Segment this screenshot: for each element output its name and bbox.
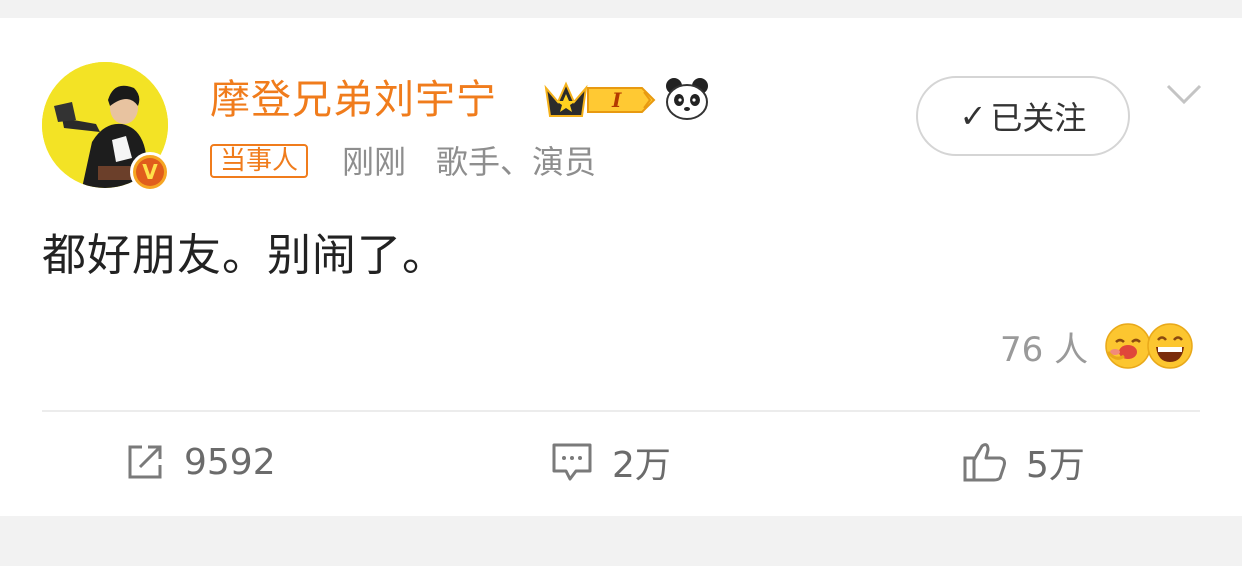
user-description: 歌手、演员 bbox=[436, 143, 597, 181]
laughing-emoji-icon bbox=[1147, 323, 1193, 369]
reactions-summary[interactable]: 76 人 bbox=[1000, 320, 1194, 372]
post-content: 都好朋友。别闹了。 bbox=[42, 230, 447, 281]
follow-button[interactable]: ✓ 已关注 bbox=[916, 76, 1130, 156]
weibo-post-card: V 摩登兄弟刘宇宁 I 当事人 刚刚 歌手、演员 ✓ 已关注 都好朋友。别闹了。… bbox=[0, 18, 1242, 516]
level-badge-text: I bbox=[611, 88, 622, 112]
check-icon: ✓ bbox=[959, 97, 987, 135]
party-involved-tag: 当事人 bbox=[210, 144, 309, 178]
chevron-down-icon[interactable] bbox=[1164, 80, 1204, 110]
comment-button[interactable]: 2万 bbox=[550, 436, 671, 488]
like-count: 5万 bbox=[1026, 445, 1085, 486]
vip-crown-level-icon[interactable]: I bbox=[542, 76, 660, 122]
follow-label: 已关注 bbox=[990, 99, 1087, 137]
hug-emoji-icon bbox=[1105, 323, 1151, 369]
share-icon bbox=[128, 445, 162, 479]
thumbs-up-icon bbox=[963, 443, 1006, 482]
comment-count: 2万 bbox=[612, 445, 671, 486]
comment-icon bbox=[552, 443, 592, 481]
like-button[interactable]: 5万 bbox=[962, 436, 1085, 488]
reaction-count: 76 人 bbox=[1000, 329, 1089, 370]
repost-button[interactable]: 9592 bbox=[124, 436, 276, 488]
username[interactable]: 摩登兄弟刘宇宁 bbox=[210, 72, 497, 128]
verified-badge-icon: V bbox=[130, 152, 170, 192]
repost-count: 9592 bbox=[184, 441, 276, 483]
post-time: 刚刚 bbox=[342, 143, 407, 181]
divider bbox=[42, 410, 1200, 412]
panda-icon[interactable] bbox=[664, 76, 710, 122]
